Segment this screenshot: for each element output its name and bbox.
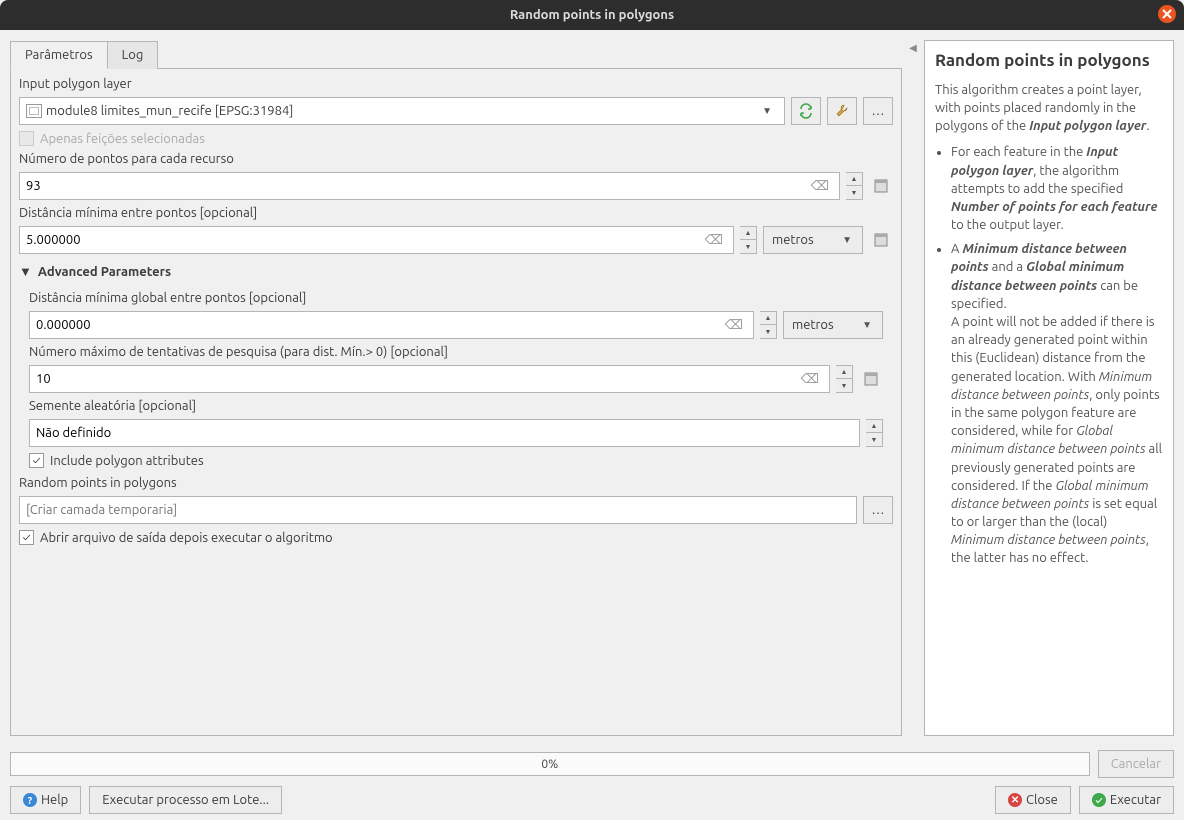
chevron-up-icon[interactable]: ▲	[836, 366, 852, 379]
browse-output-button[interactable]: …	[863, 496, 893, 524]
tab-parameters[interactable]: Parâmetros	[10, 41, 108, 69]
close-button[interactable]: ✕ Close	[995, 786, 1071, 814]
clear-icon[interactable]: ⌫	[721, 318, 747, 333]
output-input[interactable]	[19, 496, 857, 524]
global-min-input[interactable]: ⌫	[29, 311, 754, 339]
help-icon: ?	[23, 793, 37, 807]
num-points-input[interactable]: ⌫	[19, 172, 840, 200]
clear-icon[interactable]: ⌫	[701, 233, 727, 248]
close-icon: ✕	[1008, 793, 1022, 807]
max-attempts-spinner[interactable]: ▲▼	[836, 365, 853, 393]
min-dist-input[interactable]: ⌫	[19, 226, 734, 254]
help-panel: Random points in polygons This algorithm…	[924, 40, 1174, 736]
window-close-button[interactable]	[1158, 5, 1176, 23]
chevron-up-icon[interactable]: ▲	[866, 420, 882, 433]
advanced-toggle[interactable]: ▼ Advanced Parameters	[19, 260, 893, 283]
min-dist-field[interactable]	[26, 233, 701, 247]
input-layer-select[interactable]: module8 limites_mun_recife [EPSG:31984] …	[19, 97, 785, 125]
global-min-field[interactable]	[36, 318, 721, 332]
seed-field[interactable]	[36, 426, 853, 440]
max-attempts-label: Número máximo de tentativas de pesquisa …	[29, 345, 883, 359]
seed-input[interactable]	[29, 419, 860, 447]
include-attrs-label: Include polygon attributes	[50, 454, 204, 468]
advanced-panel: Distância mínima global entre pontos [op…	[19, 289, 893, 470]
seed-label: Semente aleatória [opcional]	[29, 399, 883, 413]
advanced-title: Advanced Parameters	[38, 265, 171, 279]
help-collapse-handle[interactable]: ◀	[908, 40, 918, 736]
chevron-up-icon[interactable]: ▲	[760, 312, 776, 325]
chevron-down-icon[interactable]: ▼	[836, 379, 852, 392]
help-button[interactable]: ? Help	[10, 786, 81, 814]
chevron-down-icon: ▼	[756, 105, 778, 117]
seed-spinner[interactable]: ▲▼	[866, 419, 883, 447]
help-intro: This algorithm creates a point layer, wi…	[935, 81, 1163, 136]
min-dist-spinner[interactable]: ▲▼	[740, 226, 757, 254]
data-defined-button[interactable]	[859, 365, 883, 393]
unit-label: metros	[772, 233, 836, 247]
num-points-label: Número de pontos para cada recurso	[19, 152, 893, 166]
tab-log[interactable]: Log	[107, 41, 159, 69]
open-after-checkbox[interactable]	[19, 530, 34, 545]
wrench-icon	[834, 103, 850, 119]
check-icon: ✓	[1092, 793, 1106, 807]
output-label: Random points in polygons	[19, 476, 893, 490]
tabs: Parâmetros Log	[10, 40, 902, 68]
min-dist-label: Distância mínima entre pontos [opcional]	[19, 206, 893, 220]
max-attempts-field[interactable]	[36, 372, 797, 386]
chevron-down-icon: ▼	[856, 319, 878, 331]
global-min-label: Distância mínima global entre pontos [op…	[29, 291, 883, 305]
min-dist-unit-select[interactable]: metros ▼	[763, 226, 863, 254]
help-li-1: For each feature in the Input polygon la…	[951, 143, 1163, 234]
chevron-down-icon[interactable]: ▼	[760, 325, 776, 338]
clear-icon[interactable]: ⌫	[807, 179, 833, 194]
batch-button[interactable]: Executar processo em Lote...	[89, 786, 282, 814]
advanced-options-button[interactable]	[827, 97, 857, 125]
chevron-down-icon: ▼	[836, 234, 858, 246]
include-attrs-checkbox[interactable]	[29, 453, 44, 468]
iterate-icon	[798, 103, 814, 119]
num-points-spinner[interactable]: ▲▼	[846, 172, 863, 200]
chevron-down-icon[interactable]: ▼	[866, 433, 882, 446]
num-points-field[interactable]	[26, 179, 807, 193]
help-title: Random points in polygons	[935, 49, 1163, 73]
output-field[interactable]	[26, 503, 850, 517]
open-after-label: Abrir arquivo de saída depois executar o…	[40, 531, 333, 545]
cancel-button: Cancelar	[1098, 750, 1174, 778]
progress-text: 0%	[541, 758, 558, 771]
data-defined-button[interactable]	[869, 226, 893, 254]
chevron-down-icon: ▼	[19, 264, 32, 279]
titlebar: Random points in polygons	[0, 0, 1184, 30]
data-defined-icon	[873, 178, 889, 194]
parameters-panel: Input polygon layer module8 limites_mun_…	[10, 68, 902, 736]
global-min-unit-select[interactable]: metros ▼	[783, 311, 883, 339]
run-button[interactable]: ✓ Executar	[1079, 786, 1174, 814]
data-defined-icon	[863, 371, 879, 387]
data-defined-button[interactable]	[869, 172, 893, 200]
only-selected-label: Apenas feições selecionadas	[40, 132, 205, 146]
close-icon	[1159, 6, 1175, 22]
progress-bar: 0%	[10, 752, 1090, 776]
input-layer-value: module8 limites_mun_recife [EPSG:31984]	[46, 104, 756, 118]
polygon-layer-icon	[26, 104, 42, 118]
browse-layer-button[interactable]: …	[863, 97, 893, 125]
unit-label: metros	[792, 318, 856, 332]
chevron-down-icon[interactable]: ▼	[846, 186, 862, 199]
clear-icon[interactable]: ⌫	[797, 372, 823, 387]
chevron-down-icon[interactable]: ▼	[740, 240, 756, 253]
help-li-2: A Minimum distance between points and a …	[951, 240, 1163, 567]
chevron-up-icon[interactable]: ▲	[846, 173, 862, 186]
global-min-spinner[interactable]: ▲▼	[760, 311, 777, 339]
only-selected-checkbox	[19, 131, 34, 146]
iterate-button[interactable]	[791, 97, 821, 125]
input-layer-label: Input polygon layer	[19, 77, 893, 91]
max-attempts-input[interactable]: ⌫	[29, 365, 830, 393]
data-defined-icon	[873, 232, 889, 248]
chevron-up-icon[interactable]: ▲	[740, 227, 756, 240]
window-title: Random points in polygons	[510, 8, 674, 22]
